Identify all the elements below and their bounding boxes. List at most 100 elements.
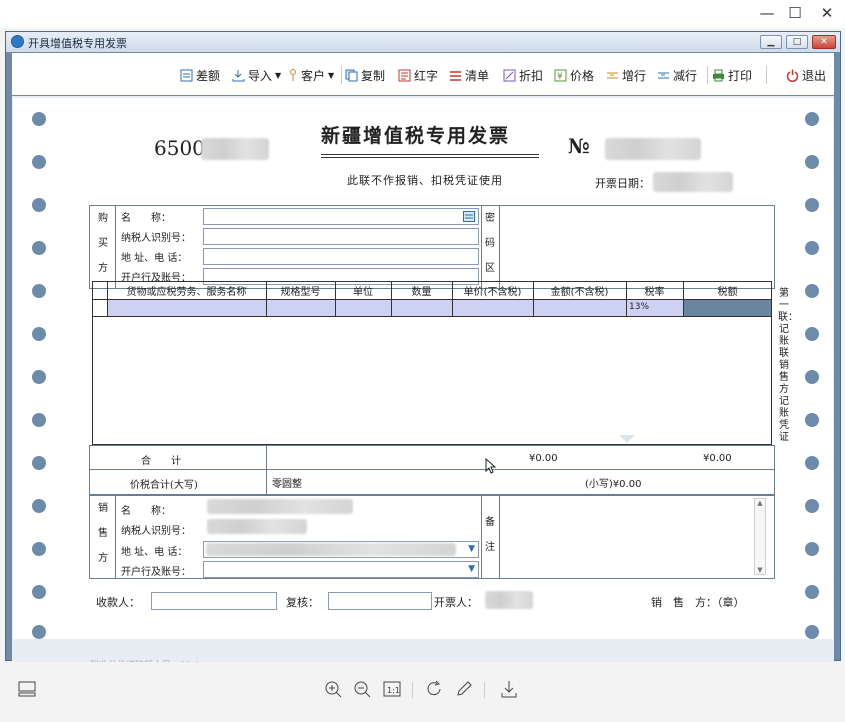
- toolbar-separator: [766, 66, 767, 84]
- table-cell-selected[interactable]: [683, 300, 771, 316]
- divider: [499, 205, 500, 289]
- divider: [266, 445, 267, 495]
- punch-hole: [805, 456, 819, 470]
- toolbar-price-button[interactable]: ¥ 价格: [554, 67, 594, 83]
- window-maximize-button[interactable]: □: [786, 35, 808, 49]
- remove-row-icon: [658, 72, 669, 78]
- dropdown-arrow-icon[interactable]: ▼: [468, 544, 475, 554]
- punch-hole: [32, 542, 46, 556]
- import-icon: [232, 69, 245, 81]
- divider: [481, 495, 482, 579]
- svg-text:1:1: 1:1: [387, 686, 400, 695]
- punch-hole: [32, 112, 46, 126]
- column-header-item-name: 货物或应税劳务、服务名称: [126, 287, 247, 298]
- svg-text:¥: ¥: [557, 72, 563, 82]
- row-tax-rate[interactable]: 13%: [629, 302, 649, 312]
- punch-hole: [32, 155, 46, 169]
- toolbar-import-button[interactable]: 导入 ▼: [232, 67, 281, 83]
- price-icon: ¥: [554, 69, 567, 82]
- punch-hole: [805, 370, 819, 384]
- buyer-taxid-input[interactable]: [203, 228, 479, 245]
- toolbar-label: 减行: [673, 68, 698, 83]
- copy-icon: [345, 69, 358, 81]
- toolbar-print-button[interactable]: 打印: [712, 67, 752, 83]
- toolbar-red-invoice-button[interactable]: 红字: [398, 67, 438, 83]
- toolbar-list-button[interactable]: 清单: [449, 67, 489, 83]
- rotate-icon[interactable]: [424, 678, 446, 700]
- toolbar-remove-row-button[interactable]: 减行: [657, 67, 697, 83]
- zoom-out-icon[interactable]: [351, 678, 373, 700]
- print-icon: [713, 69, 724, 81]
- outer-close-button[interactable]: ✕: [813, 2, 841, 24]
- toolbar-label: 复制: [361, 68, 386, 83]
- punch-hole: [32, 198, 46, 212]
- buyer-address-input[interactable]: [203, 248, 479, 265]
- column-header-amount: 金额(不含税): [550, 287, 609, 298]
- invoice-area: 6500 新疆增值税专用发票 № 此联不作报销、扣税凭证使用 开票日期： 购买方…: [12, 96, 834, 671]
- zoom-in-icon[interactable]: [322, 678, 344, 700]
- viewer-toolbar: 1:1: [0, 662, 845, 722]
- reviewer-label: 复核：: [286, 596, 319, 609]
- invoice-paper: 6500 新疆增值税专用发票 № 此联不作报销、扣税凭证使用 开票日期： 购买方…: [13, 98, 833, 671]
- window-close-button[interactable]: ✕: [812, 35, 836, 49]
- toolbar-add-row-button[interactable]: 增行: [606, 67, 646, 83]
- scroll-down-icon[interactable]: ▼: [755, 566, 765, 574]
- column-header-quantity: 数量: [411, 287, 432, 298]
- window-minimize-button[interactable]: ▁: [760, 35, 782, 49]
- remark-label: 备注: [485, 517, 495, 553]
- outer-minimize-button[interactable]: —: [753, 2, 781, 24]
- redacted-drawer-name: [485, 591, 533, 609]
- title-underline: [321, 157, 539, 158]
- buyer-name-input[interactable]: [203, 208, 479, 225]
- punch-hole: [32, 370, 46, 384]
- punch-hole: [32, 625, 46, 639]
- total-amount: ¥0.00: [529, 453, 558, 464]
- scroll-up-icon[interactable]: ▲: [755, 499, 765, 507]
- toolbar-discount-button[interactable]: 折扣: [503, 67, 543, 83]
- column-header-tax-amount: 税额: [717, 287, 738, 298]
- invoice-subtitle: 此联不作报销、扣税凭证使用: [347, 174, 503, 187]
- layout-icon[interactable]: [16, 678, 38, 700]
- punch-hole: [32, 413, 46, 427]
- toolbar-label: 退出: [802, 68, 827, 83]
- seller-seal-label: 销 售 方：（章）: [651, 596, 745, 609]
- reviewer-input[interactable]: [328, 592, 432, 610]
- download-icon[interactable]: [498, 678, 520, 700]
- drawer-label: 开票人：: [434, 596, 478, 609]
- toolbar-exit-button[interactable]: 退出: [786, 67, 826, 83]
- toolbar-label: 导入: [248, 68, 273, 83]
- column-header-spec: 规格型号: [280, 287, 321, 298]
- seller-bank-input[interactable]: ▼: [203, 561, 479, 578]
- toolbar-label: 打印: [728, 68, 753, 83]
- buyer-side-label: 购买方: [98, 213, 108, 274]
- outer-maximize-button[interactable]: ☐: [781, 2, 809, 24]
- dropdown-arrow-icon: ▼: [328, 70, 335, 80]
- punch-hole: [805, 198, 819, 212]
- mouse-cursor-icon: [485, 458, 497, 474]
- table-row[interactable]: [107, 300, 683, 316]
- splitter-handle-icon[interactable]: [619, 435, 635, 443]
- punch-hole: [805, 499, 819, 513]
- divider: [115, 205, 116, 289]
- remark-scrollbar[interactable]: ▲ ▼: [754, 498, 766, 575]
- invoice-window: 开具增值税专用发票 ▁ □ ✕ 差额 导入 ▼ 客户 ▼ 复制 红字 清单 折扣…: [5, 31, 841, 671]
- actual-size-icon[interactable]: 1:1: [381, 678, 403, 700]
- redacted-seller-address: [206, 543, 456, 556]
- punch-hole: [32, 241, 46, 255]
- dropdown-arrow-icon[interactable]: ▼: [468, 564, 475, 574]
- punch-hole: [805, 542, 819, 556]
- edit-pen-icon[interactable]: [453, 678, 475, 700]
- dropdown-arrow-icon: ▼: [275, 70, 282, 80]
- cipher-area-label: 密码区: [485, 213, 495, 274]
- toolbar-separator: [412, 682, 413, 698]
- column-header-tax-rate: 税率: [644, 287, 665, 298]
- punch-hole: [805, 413, 819, 427]
- toolbar-difference-button[interactable]: 差额: [180, 67, 220, 83]
- picker-icon[interactable]: [463, 211, 475, 222]
- price-tax-label: 价税合计(大写): [130, 480, 198, 491]
- toolbar-customer-button[interactable]: 客户 ▼: [288, 67, 334, 83]
- payee-input[interactable]: [151, 592, 277, 610]
- seller-address-input[interactable]: ▼: [203, 541, 479, 558]
- title-underline: [321, 154, 539, 155]
- toolbar-copy-button[interactable]: 复制: [345, 67, 385, 83]
